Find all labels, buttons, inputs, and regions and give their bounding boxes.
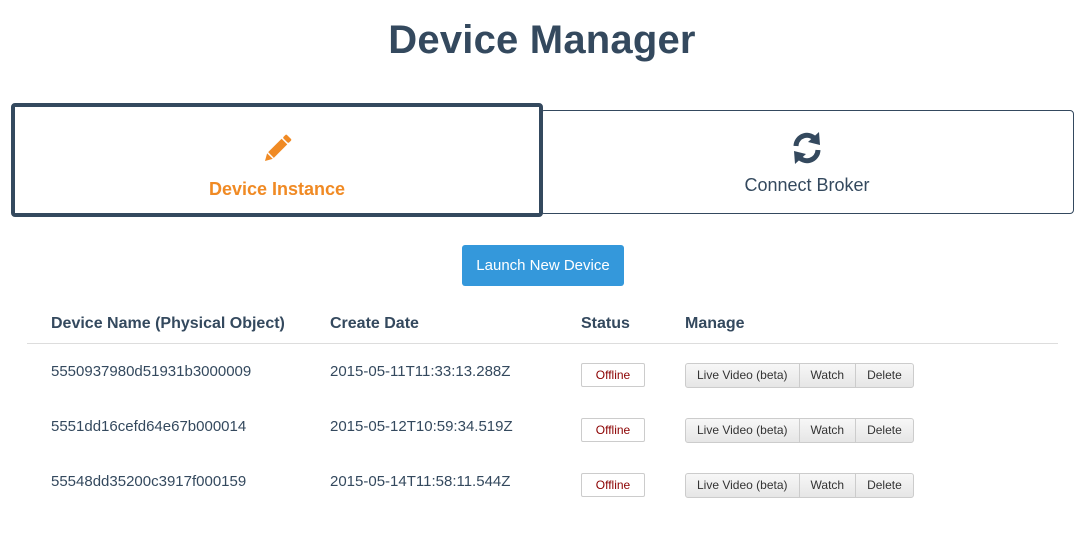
status-badge: Offline: [581, 418, 645, 442]
status-badge: Offline: [581, 363, 645, 387]
device-name-cell: 5551dd16cefd64e67b000014: [51, 417, 247, 435]
tab-label: Connect Broker: [744, 175, 870, 195]
status-cell: Offline: [557, 454, 661, 509]
header-device-name: Device Name (Physical Object): [27, 313, 306, 344]
manage-cell: Live Video (beta) Watch Delete: [661, 343, 1058, 399]
status-cell: Offline: [557, 343, 661, 399]
pencil-icon: [259, 131, 295, 172]
live-video-button[interactable]: Live Video (beta): [685, 362, 800, 388]
header-manage: Manage: [661, 313, 1058, 344]
table-row: 5551dd16cefd64e67b000014 2015-05-12T10:5…: [27, 399, 1058, 454]
header-status: Status: [557, 313, 661, 344]
device-table: Device Name (Physical Object) Create Dat…: [27, 313, 1058, 509]
table-row: 55548dd35200c3917f000159 2015-05-14T11:5…: [27, 454, 1058, 509]
manage-button-group: Live Video (beta) Watch Delete: [685, 417, 914, 443]
watch-button[interactable]: Watch: [798, 472, 857, 498]
status-cell: Offline: [557, 399, 661, 454]
table-row: 5550937980d51931b3000009 2015-05-11T11:3…: [27, 343, 1058, 399]
launch-new-device-button[interactable]: Launch New Device: [462, 245, 624, 286]
delete-button[interactable]: Delete: [855, 362, 914, 388]
device-name-cell: 5550937980d51931b3000009: [51, 362, 252, 380]
manage-button-group: Live Video (beta) Watch Delete: [685, 472, 914, 498]
table-header-row: Device Name (Physical Object) Create Dat…: [27, 313, 1058, 344]
watch-button[interactable]: Watch: [798, 417, 857, 443]
tab-label: Device Instance: [208, 179, 346, 199]
delete-button[interactable]: Delete: [855, 472, 914, 498]
page-title: Device Manager: [388, 18, 696, 62]
watch-button[interactable]: Watch: [798, 362, 857, 388]
tab-connect-broker[interactable]: Connect Broker: [540, 110, 1074, 214]
tab-device-instance[interactable]: Device Instance: [11, 103, 543, 217]
manage-cell: Live Video (beta) Watch Delete: [661, 399, 1058, 454]
create-date-cell: 2015-05-14T11:58:11.544Z: [330, 472, 511, 490]
status-badge: Offline: [581, 473, 645, 497]
refresh-icon: [788, 129, 826, 172]
manage-button-group: Live Video (beta) Watch Delete: [685, 362, 914, 388]
device-name-cell: 55548dd35200c3917f000159: [51, 472, 247, 490]
manage-cell: Live Video (beta) Watch Delete: [661, 454, 1058, 509]
live-video-button[interactable]: Live Video (beta): [685, 417, 800, 443]
header-create-date: Create Date: [306, 313, 557, 344]
create-date-cell: 2015-05-11T11:33:13.288Z: [330, 362, 511, 380]
live-video-button[interactable]: Live Video (beta): [685, 472, 800, 498]
create-date-cell: 2015-05-12T10:59:34.519Z: [330, 417, 513, 435]
delete-button[interactable]: Delete: [855, 417, 914, 443]
